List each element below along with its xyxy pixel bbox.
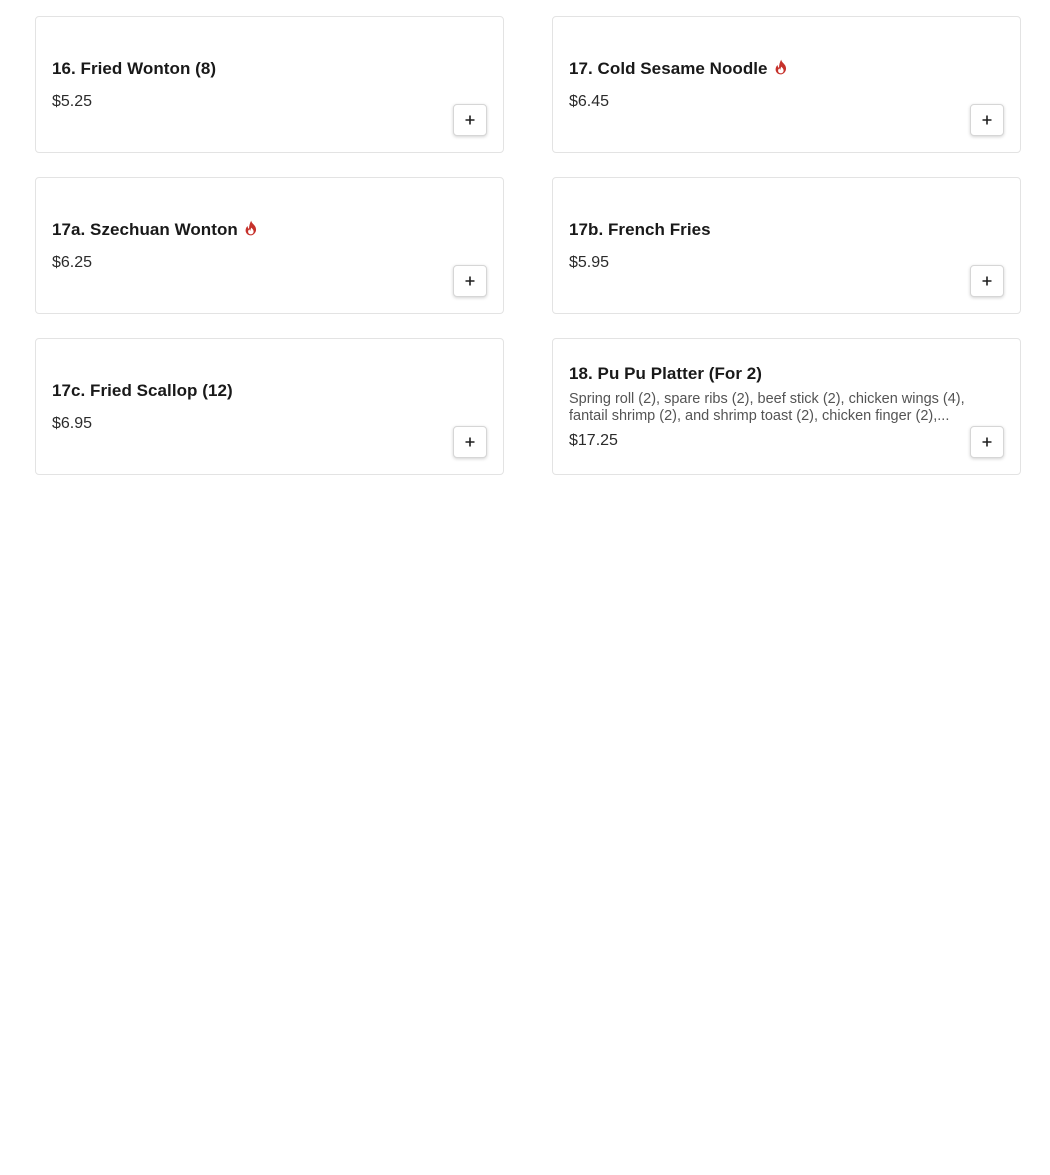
add-item-button[interactable] xyxy=(453,265,487,297)
menu-item-card[interactable]: 18. Pu Pu Platter (For 2) Spring roll (2… xyxy=(552,338,1021,475)
spicy-flame-icon xyxy=(244,220,258,236)
menu-item-title-row: 16. Fried Wonton (8) xyxy=(52,59,487,79)
menu-item-title-row: 18. Pu Pu Platter (For 2) xyxy=(569,364,1004,384)
add-item-button[interactable] xyxy=(970,104,1004,136)
menu-item-title: 18. Pu Pu Platter (For 2) xyxy=(569,363,763,383)
menu-item-title-row: 17c. Fried Scallop (12) xyxy=(52,381,487,401)
plus-icon xyxy=(982,437,992,447)
menu-grid: 16. Fried Wonton (8) $5.25 17. Cold Sesa… xyxy=(35,16,1021,475)
menu-item-content: 17. Cold Sesame Noodle $6.45 xyxy=(569,17,1004,152)
menu-item-content: 18. Pu Pu Platter (For 2) Spring roll (2… xyxy=(569,339,1004,474)
add-item-button[interactable] xyxy=(453,104,487,136)
menu-item-price: $5.95 xyxy=(569,253,610,271)
menu-item-content: 17a. Szechuan Wonton $6.25 xyxy=(52,178,487,313)
plus-icon xyxy=(465,437,475,447)
menu-item-price: $5.25 xyxy=(52,92,93,110)
menu-item-description: Spring roll (2), spare ribs (2), beef st… xyxy=(569,390,965,424)
menu-item-title-row: 17b. French Fries xyxy=(569,220,1004,240)
add-item-button[interactable] xyxy=(970,265,1004,297)
menu-item-card[interactable]: 17c. Fried Scallop (12) $6.95 xyxy=(35,338,504,475)
menu-item-title: 17b. French Fries xyxy=(569,219,711,239)
menu-item-card[interactable]: 17. Cold Sesame Noodle $6.45 xyxy=(552,16,1021,153)
plus-icon xyxy=(465,115,475,125)
plus-icon xyxy=(465,276,475,286)
menu-item-content: 17c. Fried Scallop (12) $6.95 xyxy=(52,339,487,474)
spicy-flame-icon xyxy=(774,59,788,75)
menu-item-price: $17.25 xyxy=(569,431,618,449)
add-item-button[interactable] xyxy=(453,426,487,458)
menu-item-card[interactable]: 16. Fried Wonton (8) $5.25 xyxy=(35,16,504,153)
menu-item-card[interactable]: 17a. Szechuan Wonton $6.25 xyxy=(35,177,504,314)
menu-item-title-row: 17. Cold Sesame Noodle xyxy=(569,59,1004,79)
menu-item-content: 16. Fried Wonton (8) $5.25 xyxy=(52,17,487,152)
plus-icon xyxy=(982,276,992,286)
plus-icon xyxy=(982,115,992,125)
menu-item-title: 17. Cold Sesame Noodle xyxy=(569,58,768,78)
menu-item-price: $6.95 xyxy=(52,414,93,432)
add-item-button[interactable] xyxy=(970,426,1004,458)
menu-item-title: 17a. Szechuan Wonton xyxy=(52,219,238,239)
menu-item-price: $6.45 xyxy=(569,92,610,110)
menu-item-title: 17c. Fried Scallop (12) xyxy=(52,380,233,400)
menu-item-title: 16. Fried Wonton (8) xyxy=(52,58,217,78)
menu-item-card[interactable]: 17b. French Fries $5.95 xyxy=(552,177,1021,314)
menu-item-price: $6.25 xyxy=(52,253,93,271)
menu-item-content: 17b. French Fries $5.95 xyxy=(569,178,1004,313)
menu-item-title-row: 17a. Szechuan Wonton xyxy=(52,220,487,240)
